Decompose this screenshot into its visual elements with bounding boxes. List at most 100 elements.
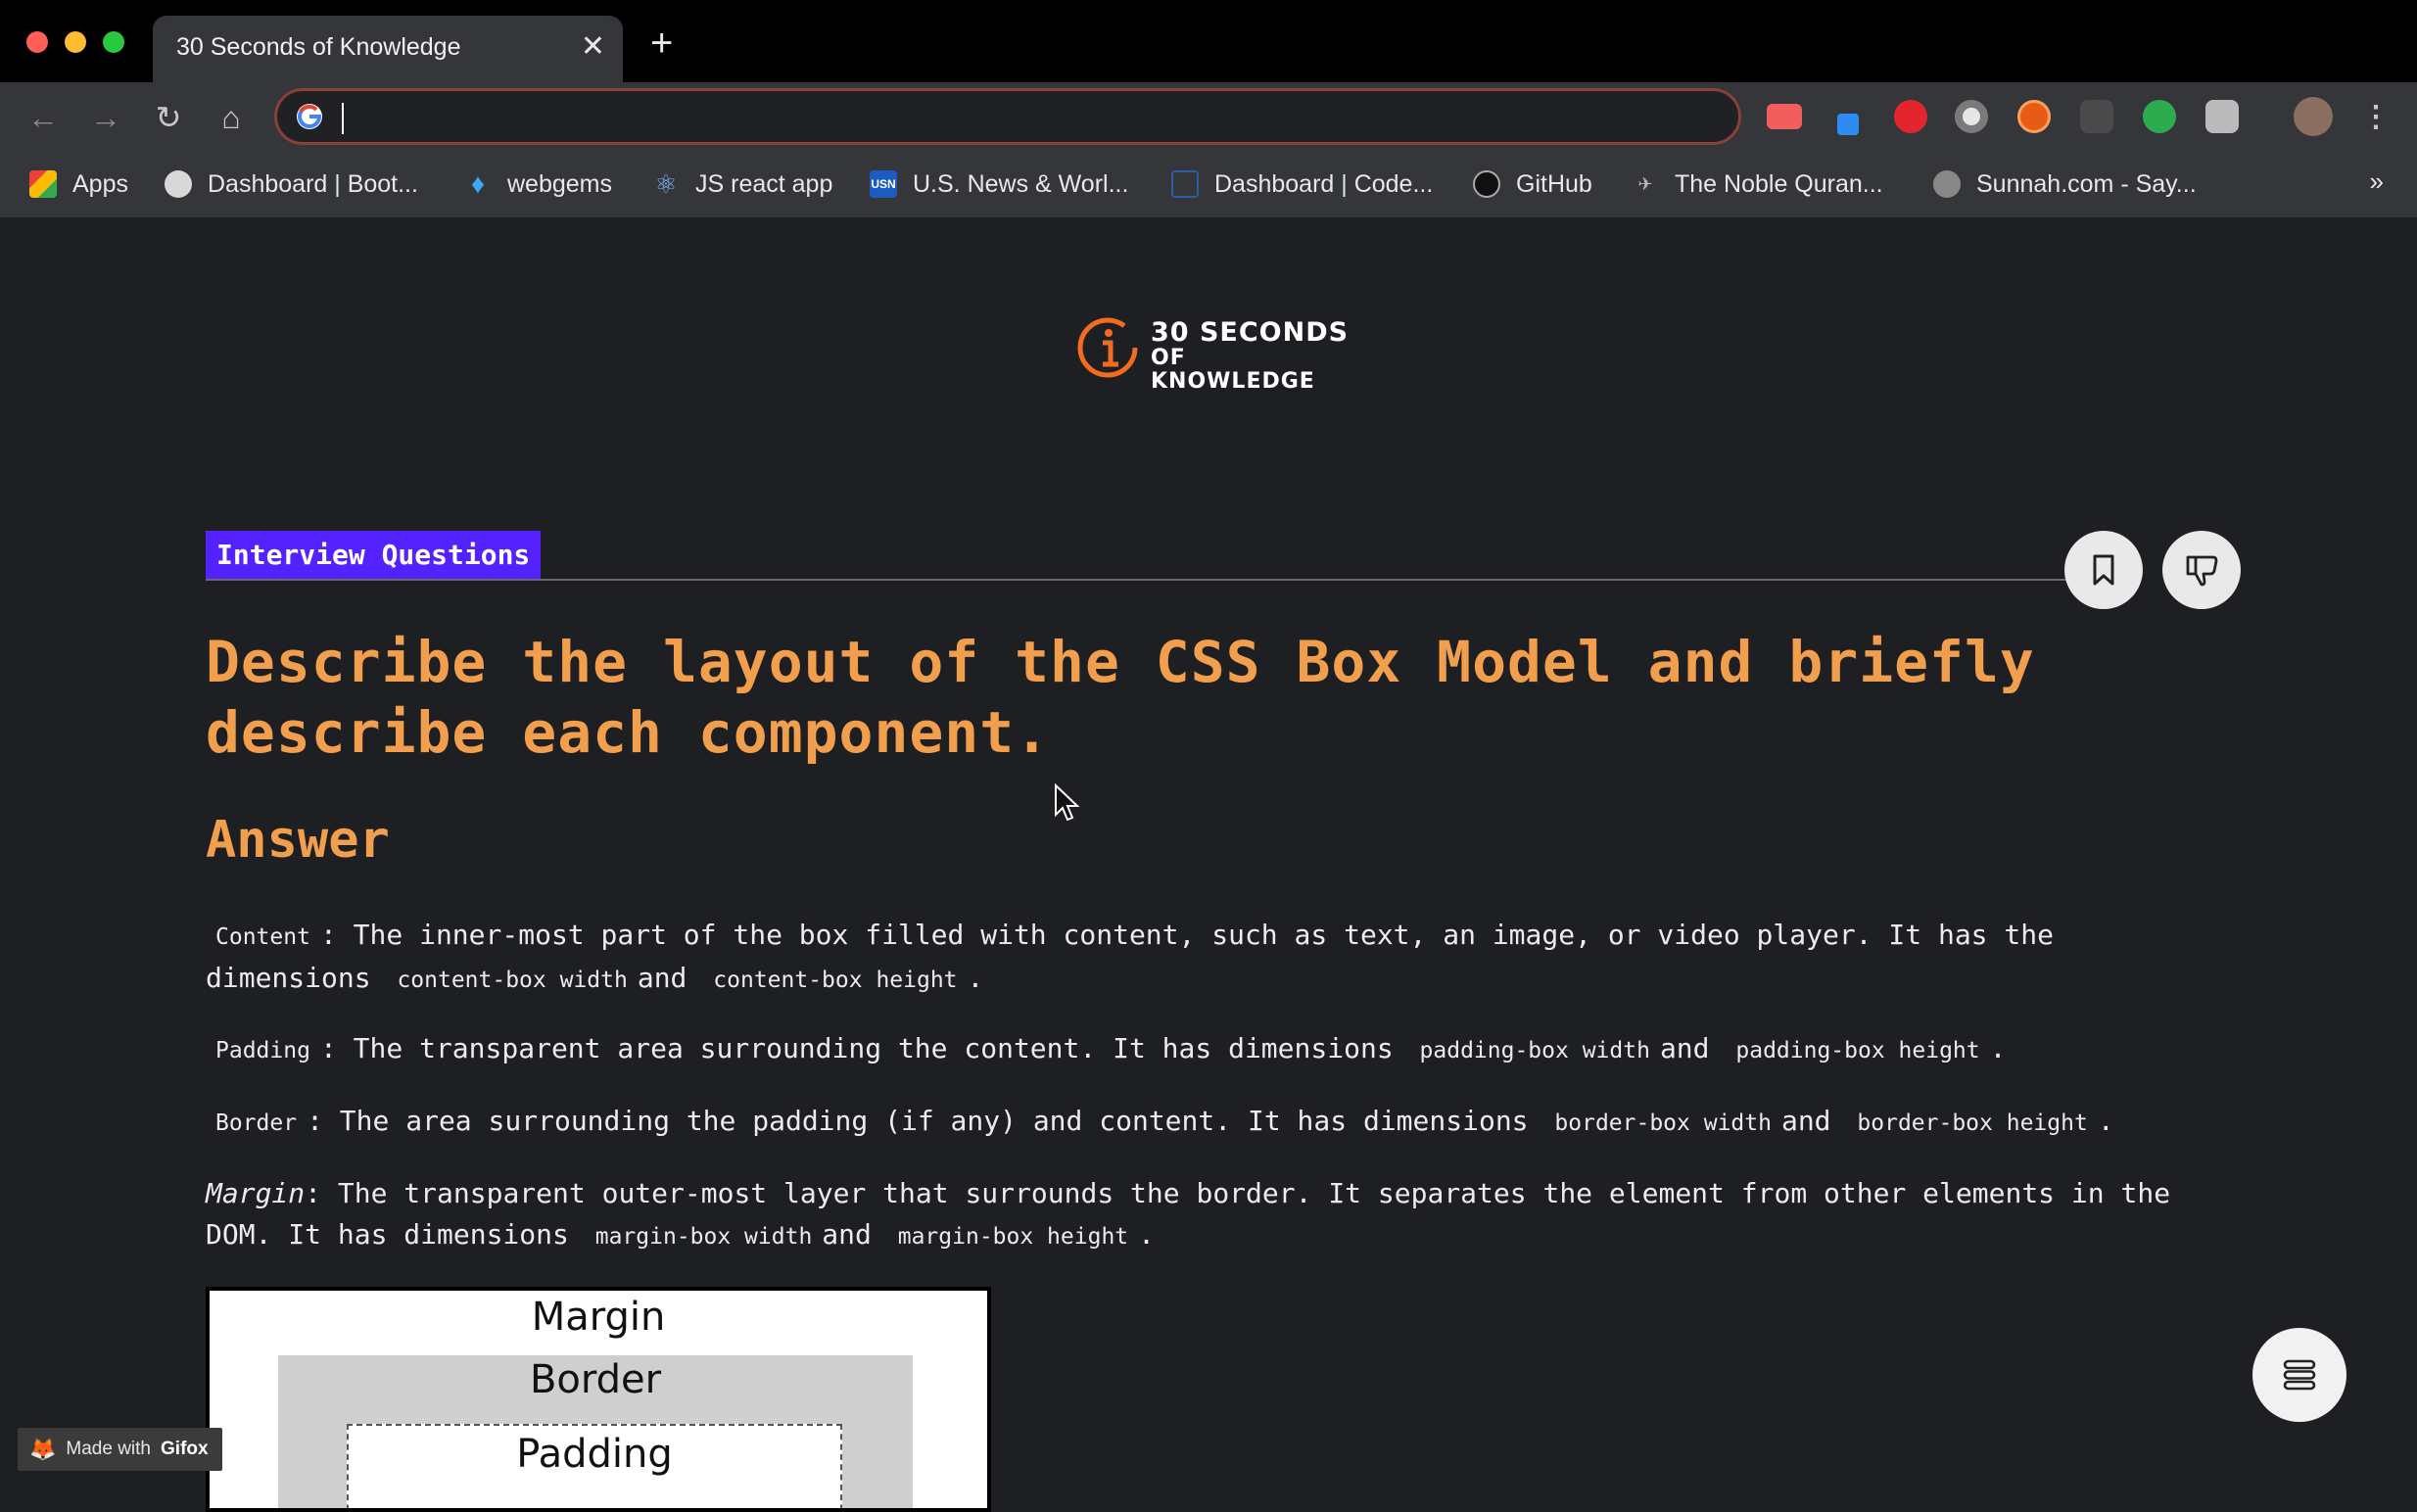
fox-icon: 🦊 <box>29 1437 57 1461</box>
content-paragraph: Content: The inner-most part of the box … <box>206 915 2194 1001</box>
screen-recorder-extension-icon[interactable] <box>1767 104 1802 129</box>
period: . <box>2097 1105 2114 1137</box>
divider <box>206 579 2086 581</box>
inline-code: border-box width <box>1554 1110 1772 1136</box>
conjunction: and <box>637 962 687 994</box>
logo-line-1: 30 SECONDS <box>1151 317 1350 348</box>
diagram-border-box: Border Padding <box>278 1355 913 1508</box>
bookmark-label: webgems <box>507 169 612 198</box>
menu-button[interactable] <box>2252 1328 2346 1422</box>
answer-heading: Answer <box>206 811 390 870</box>
box-model-diagram: Margin Border Padding <box>206 1287 991 1512</box>
evernote-extension-icon[interactable] <box>2143 100 2176 133</box>
thumbs-down-icon <box>2186 555 2218 587</box>
diagram-margin-label: Margin <box>531 1295 666 1340</box>
paragraph-text: : The transparent outer-most layer that … <box>206 1177 2171 1251</box>
bookmark-sunnah[interactable]: Sunnah.com - Say... <box>1933 165 2197 204</box>
tab-title: 30 Seconds of Knowledge <box>176 33 461 61</box>
bookmark-label: Apps <box>72 169 128 198</box>
forward-arrow-icon[interactable]: → <box>86 98 125 137</box>
knowledge-extension-icon[interactable] <box>2017 100 2051 133</box>
window-close-button[interactable] <box>26 31 48 53</box>
info-logo-icon <box>1077 317 1138 378</box>
browser-menu-kebab-icon[interactable]: ⋮ <box>2356 98 2395 137</box>
sunnah-icon <box>1933 170 1961 198</box>
bookmark-label: Sunnah.com - Say... <box>1976 169 2197 198</box>
diagram-padding-label: Padding <box>516 1432 673 1477</box>
diagram-border-label: Border <box>529 1357 662 1402</box>
profile-avatar[interactable] <box>2294 97 2333 136</box>
bookmark-github[interactable]: GitHub <box>1473 165 1592 204</box>
bookmarks-bar: Apps Dashboard | Boot... ♦ webgems ⚛ JS … <box>0 151 2417 218</box>
logo-line-2: OF KNOWLEDGE <box>1151 346 1315 394</box>
gem-icon: ♦ <box>470 168 486 199</box>
react-icon: ⚛ <box>654 168 678 199</box>
back-arrow-icon[interactable]: ← <box>24 98 63 137</box>
inline-code: padding-box width <box>1419 1038 1650 1063</box>
bookmark-apps[interactable]: Apps <box>29 165 128 204</box>
gifox-watermark: 🦊 Made with Gifox <box>18 1428 222 1471</box>
globe-icon <box>165 170 192 198</box>
inline-code: border-box height <box>1857 1110 2088 1136</box>
browser-tab[interactable]: 30 Seconds of Knowledge ✕ <box>153 16 623 82</box>
bookmark-icon <box>2093 554 2114 586</box>
term-italic: Margin <box>206 1177 306 1209</box>
address-bar[interactable] <box>274 88 1741 145</box>
paragraph-text: : The transparent area surrounding the c… <box>319 1032 1394 1064</box>
window-minimize-button[interactable] <box>65 31 86 53</box>
adblock-extension-icon[interactable] <box>1894 100 1927 133</box>
category-tag[interactable]: Interview Questions <box>206 531 542 580</box>
period: . <box>1138 1218 1155 1251</box>
bookmark-label: The Noble Quran... <box>1675 169 1883 198</box>
window-zoom-button[interactable] <box>103 31 124 53</box>
google-g-icon <box>297 104 322 129</box>
bookmark-noble-quran[interactable]: ✈ The Noble Quran... <box>1632 165 1883 204</box>
code-icon <box>1171 170 1199 198</box>
margin-paragraph: Margin: The transparent outer-most layer… <box>206 1173 2194 1257</box>
home-icon[interactable]: ⌂ <box>212 98 251 137</box>
padding-paragraph: Padding : The transparent area surroundin… <box>206 1028 2194 1071</box>
inline-code: margin-box height <box>897 1224 1129 1250</box>
vscode-extension-icon[interactable] <box>2205 100 2239 133</box>
conjunction: and <box>822 1218 872 1251</box>
browser-toolbar: ← → ↻ ⌂ ⋮ <box>0 82 2417 151</box>
bookmark-label: Dashboard | Boot... <box>208 169 418 198</box>
watermark-prefix: Made with <box>66 1439 152 1459</box>
conjunction: and <box>1780 1105 1831 1137</box>
omnibox-input[interactable] <box>340 99 1695 136</box>
mouse-cursor-icon <box>1055 783 1080 822</box>
page-content: 30 SECONDS OF KNOWLEDGE Interview Questi… <box>0 217 2417 1512</box>
text-caret <box>342 103 344 134</box>
bookmark-label: Dashboard | Code... <box>1214 169 1434 198</box>
bookmark-webgems[interactable]: ♦ webgems <box>464 165 612 204</box>
watermark-brand: Gifox <box>161 1439 209 1459</box>
bookmark-dashboard-boot[interactable]: Dashboard | Boot... <box>165 165 418 204</box>
privacy-extension-icon[interactable] <box>1955 100 1988 133</box>
new-tab-plus-icon[interactable]: + <box>650 24 673 63</box>
paragraph-text: : The area surrounding the padding (if a… <box>307 1105 1529 1137</box>
stacked-menu-icon <box>2283 1359 2316 1391</box>
bookmark-button[interactable] <box>2064 531 2143 609</box>
term-code: Padding <box>215 1038 310 1063</box>
diagram-padding-box: Padding <box>347 1424 842 1508</box>
bookmark-label: U.S. News & Worl... <box>913 169 1129 198</box>
browser-titlebar: 30 Seconds of Knowledge ✕ + <box>0 0 2417 82</box>
lightbulb-extension-icon[interactable] <box>2080 100 2113 133</box>
bookmark-js-react-app[interactable]: ⚛ JS react app <box>652 165 832 204</box>
quran-icon: ✈ <box>1637 173 1653 194</box>
site-logo[interactable]: 30 SECONDS OF KNOWLEDGE <box>1075 311 1350 394</box>
term-code: Border <box>215 1110 298 1136</box>
page-title: Describe the layout of the CSS Box Model… <box>206 629 2035 766</box>
apps-grid-icon <box>29 170 57 198</box>
conjunction: and <box>1659 1032 1710 1064</box>
usn-icon: USN <box>870 170 897 198</box>
bookmark-usnews[interactable]: USN U.S. News & Worl... <box>870 165 1128 204</box>
bookmark-dashboard-code[interactable]: Dashboard | Code... <box>1171 165 1433 204</box>
period: . <box>1989 1032 2007 1064</box>
github-icon <box>1473 170 1500 198</box>
dislike-button[interactable] <box>2162 531 2241 609</box>
color-picker-extension-icon[interactable] <box>1837 114 1859 135</box>
reload-icon[interactable]: ↻ <box>149 98 188 137</box>
bookmarks-overflow-icon[interactable]: » <box>2370 166 2384 197</box>
tab-close-icon[interactable]: ✕ <box>581 29 605 65</box>
